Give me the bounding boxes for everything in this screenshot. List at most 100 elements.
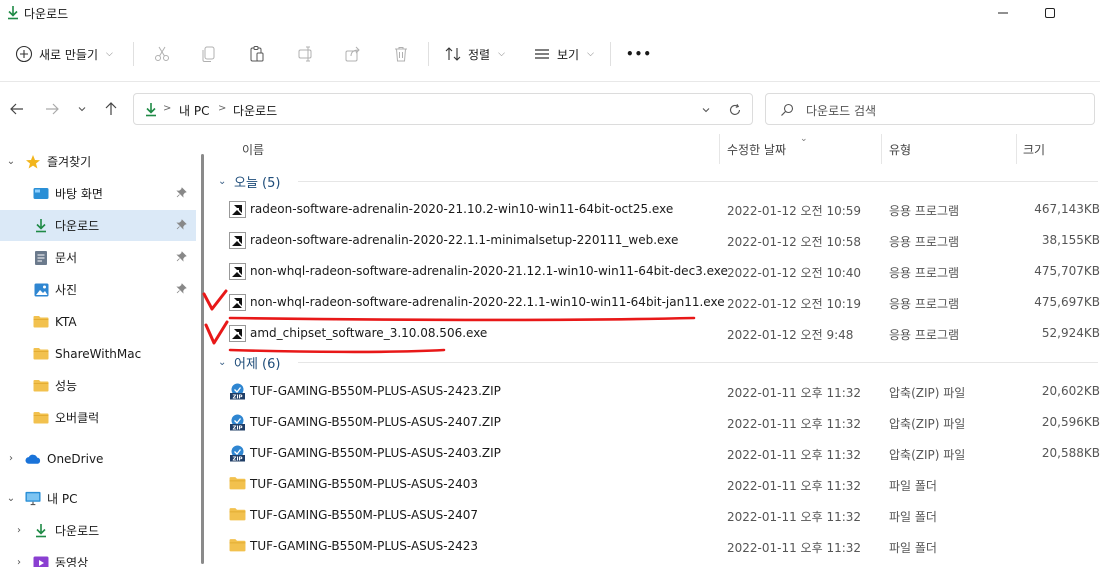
chevron-down-icon[interactable]: ⌄ (218, 176, 226, 187)
divider (428, 42, 429, 66)
column-divider[interactable] (881, 134, 882, 164)
nav-item-desktop[interactable]: 바탕 화면 (0, 178, 196, 209)
rename-icon[interactable] (295, 43, 317, 65)
delete-icon[interactable] (390, 43, 412, 65)
view-button[interactable]: 보기 ⌵ (533, 40, 594, 68)
new-button[interactable]: 새로 만들기 ⌵ (15, 40, 113, 68)
file-size: 467,143KB (1034, 202, 1100, 216)
file-date: 2022-01-12 오전 10:19 (727, 297, 862, 311)
nav-item-label: 다운로드 (55, 219, 100, 233)
nav-item-sharewithmac[interactable]: ShareWithMac (0, 338, 196, 369)
folder-icon (229, 507, 246, 524)
copy-icon[interactable] (198, 43, 220, 65)
file-type: 응용 프로그램 (889, 235, 960, 249)
column-header-size[interactable]: 크기 (1023, 134, 1045, 164)
nav-item-this-pc[interactable]: ⌄ 내 PC (0, 483, 196, 514)
share-icon[interactable] (342, 43, 364, 65)
nav-item-kta[interactable]: KTA (0, 306, 196, 337)
new-button-label: 새로 만들기 (39, 47, 99, 62)
address-row: > 내 PC > 다운로드 다운로드 검색 (0, 82, 1100, 134)
file-row[interactable]: ZIP TUF-GAMING-B550M-PLUS-ASUS-2407.ZIP … (208, 407, 1100, 438)
nav-item-performance[interactable]: 성능 (0, 370, 196, 401)
forward-button[interactable] (41, 98, 63, 120)
column-header-name[interactable]: 이름 (242, 134, 264, 164)
breadcrumb-item[interactable]: 내 PC (179, 102, 209, 119)
nav-item-label: 문서 (55, 251, 78, 265)
column-header-type[interactable]: 유형 (889, 134, 911, 164)
zip-icon: ZIP (229, 414, 246, 431)
back-button[interactable] (6, 98, 28, 120)
breadcrumb-item[interactable]: 다운로드 (233, 102, 277, 119)
minimize-button[interactable] (980, 0, 1026, 26)
file-row[interactable]: TUF-GAMING-B550M-PLUS-ASUS-2423 2022-01-… (208, 531, 1100, 562)
nav-item-label: OneDrive (47, 451, 104, 466)
file-row[interactable]: TUF-GAMING-B550M-PLUS-ASUS-2403 2022-01-… (208, 469, 1100, 500)
pin-icon[interactable] (176, 251, 187, 262)
file-name: radeon-software-adrenalin-2020-21.10.2-w… (250, 202, 674, 216)
nav-item-onedrive[interactable]: › OneDrive (0, 443, 196, 474)
cut-icon[interactable] (151, 43, 173, 65)
file-type: 압축(ZIP) 파일 (889, 448, 966, 462)
folder-icon (229, 538, 246, 555)
nav-item-documents[interactable]: 문서 (0, 242, 196, 273)
chevron-down-icon[interactable]: ⌄ (6, 493, 16, 504)
column-divider[interactable] (719, 134, 720, 164)
video-icon (33, 555, 49, 567)
column-divider[interactable] (1016, 134, 1017, 164)
file-row[interactable]: amd_chipset_software_3.10.08.506.exe 202… (208, 318, 1100, 349)
file-type: 압축(ZIP) 파일 (889, 417, 966, 431)
file-row[interactable]: non-whql-radeon-software-adrenalin-2020-… (208, 256, 1100, 287)
nav-item-pc-downloads[interactable]: › 다운로드 (0, 515, 196, 546)
chevron-down-icon[interactable]: ⌄ (218, 357, 226, 368)
view-list-icon (533, 45, 551, 63)
refresh-icon[interactable] (726, 102, 744, 118)
pin-icon[interactable] (176, 187, 187, 198)
maximize-button[interactable] (1027, 0, 1073, 26)
download-icon (33, 523, 49, 539)
file-row[interactable]: radeon-software-adrenalin-2020-22.1.1-mi… (208, 225, 1100, 256)
zip-icon: ZIP (229, 383, 246, 400)
file-name: TUF-GAMING-B550M-PLUS-ASUS-2403.ZIP (250, 446, 501, 460)
more-options-button[interactable]: ••• (626, 40, 652, 68)
file-date: 2022-01-11 오후 11:32 (727, 417, 862, 431)
chevron-down-icon: ⌵ (587, 49, 594, 59)
file-type: 파일 폴더 (889, 479, 937, 493)
paste-icon[interactable] (246, 43, 268, 65)
file-name: TUF-GAMING-B550M-PLUS-ASUS-2423.ZIP (250, 384, 501, 398)
column-header-date[interactable]: 수정한 날짜 (727, 134, 786, 164)
chevron-down-icon[interactable]: ⌄ (6, 156, 16, 167)
nav-item-quick-access[interactable]: ⌄ 즐겨찾기 (0, 146, 196, 177)
file-name: TUF-GAMING-B550M-PLUS-ASUS-2407 (250, 508, 479, 522)
file-row[interactable]: ZIP TUF-GAMING-B550M-PLUS-ASUS-2403.ZIP … (208, 438, 1100, 469)
file-row[interactable]: radeon-software-adrenalin-2020-21.10.2-w… (208, 194, 1100, 225)
search-input[interactable]: 다운로드 검색 (765, 93, 1095, 125)
nav-item-videos[interactable]: › 동영상 (0, 547, 196, 567)
cloud-icon (25, 451, 41, 467)
chevron-right-icon[interactable]: › (14, 557, 24, 567)
column-header-label: 수정한 날짜 (727, 142, 787, 157)
file-date: 2022-01-11 오후 11:32 (727, 386, 862, 400)
file-date: 2022-01-12 오전 9:48 (727, 328, 854, 342)
nav-item-overclock[interactable]: 오버클럭 (0, 402, 196, 433)
file-date: 2022-01-12 오전 10:58 (727, 235, 862, 249)
star-icon (25, 154, 41, 170)
nav-item-label: ShareWithMac (55, 346, 142, 361)
address-bar[interactable]: > 내 PC > 다운로드 (133, 93, 753, 125)
chevron-right-icon[interactable]: › (6, 453, 16, 464)
chevron-right-icon[interactable]: › (14, 525, 24, 536)
file-name: non-whql-radeon-software-adrenalin-2020-… (250, 295, 725, 309)
file-row[interactable]: non-whql-radeon-software-adrenalin-2020-… (208, 287, 1100, 318)
up-button[interactable] (100, 98, 122, 120)
svg-text:ZIP: ZIP (232, 395, 242, 401)
sort-button[interactable]: 정렬 ⌵ (444, 40, 505, 68)
nav-item-pictures[interactable]: 사진 (0, 274, 196, 305)
nav-item-downloads[interactable]: 다운로드 (0, 210, 196, 241)
file-row[interactable]: ZIP TUF-GAMING-B550M-PLUS-ASUS-2423.ZIP … (208, 376, 1100, 407)
file-row[interactable]: TUF-GAMING-B550M-PLUS-ASUS-2407 2022-01-… (208, 500, 1100, 531)
file-list: 이름 수정한 날짜 ⌄ 유형 크기 ⌄ 오늘 (5) radeon-softwa… (208, 134, 1100, 567)
nav-scrollbar[interactable] (201, 154, 204, 564)
recent-locations-button[interactable] (71, 98, 93, 120)
chevron-down-icon[interactable] (697, 102, 715, 118)
pin-icon[interactable] (176, 283, 187, 294)
pin-icon[interactable] (176, 219, 187, 230)
